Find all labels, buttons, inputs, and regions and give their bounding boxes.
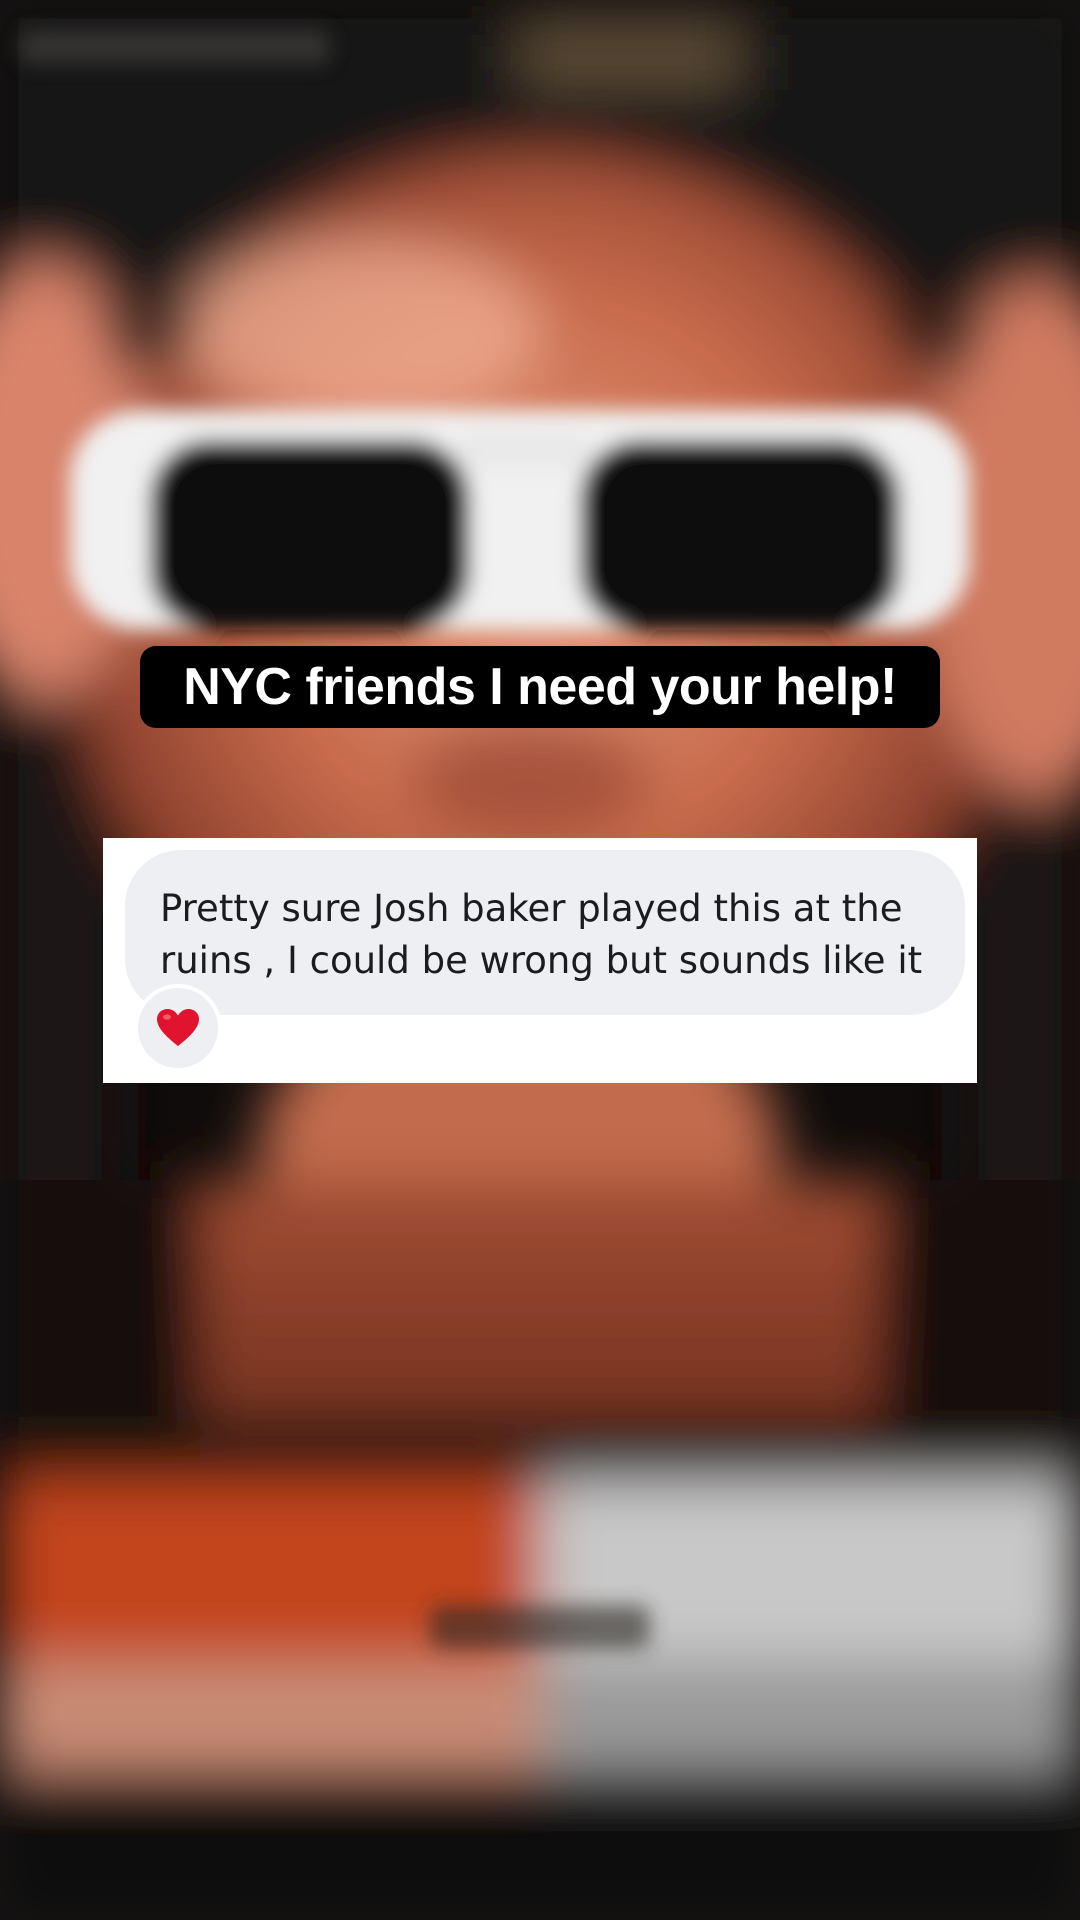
comment-card: Pretty sure Josh baker played this at th… xyxy=(103,838,977,1083)
red-heart-icon xyxy=(156,1008,200,1048)
reaction-badge[interactable] xyxy=(138,988,218,1068)
video-caption: NYC friends I need your help! xyxy=(140,646,940,728)
comment-text: Pretty sure Josh baker played this at th… xyxy=(160,887,923,982)
